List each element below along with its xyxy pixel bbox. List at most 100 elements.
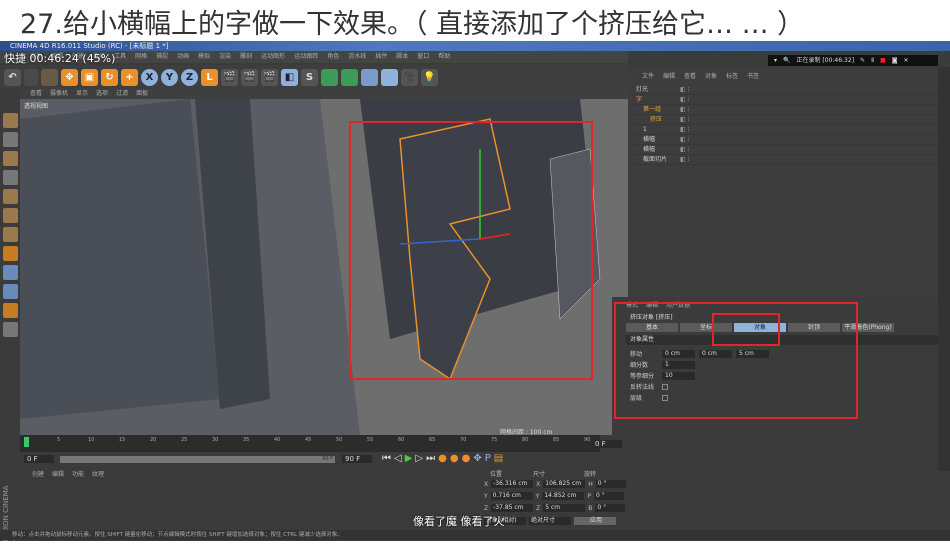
playhead[interactable] (24, 437, 29, 447)
object-menu-item[interactable]: 书签 (747, 71, 759, 81)
keyframe-selection-icon[interactable]: ● (462, 453, 471, 464)
make-editable-icon[interactable] (2, 113, 18, 128)
object-menu-item[interactable]: 查看 (684, 71, 696, 81)
visibility-flags-icon[interactable]: ◧ ⁝ (680, 145, 689, 155)
record-icon[interactable]: ● (438, 453, 447, 464)
apply-button[interactable]: 应用 (574, 517, 616, 525)
camera-icon[interactable]: ◙ (892, 55, 898, 66)
menu-item[interactable]: 插件 (375, 51, 387, 63)
zoom-icon[interactable]: 🔍 (783, 55, 790, 66)
menu-item[interactable]: 角色 (327, 51, 339, 63)
lock-workplane-icon[interactable] (2, 303, 18, 318)
texture-mode-icon[interactable] (2, 151, 18, 166)
next-key-icon[interactable]: ▷ (415, 453, 423, 464)
workplane-icon[interactable] (2, 170, 18, 185)
menu-item[interactable]: 流水线 (348, 51, 366, 63)
viewport-menu-item[interactable]: 摄像机 (50, 89, 68, 99)
cube-icon[interactable]: ◧ (281, 68, 298, 86)
scale-icon[interactable]: ▣ (81, 68, 98, 86)
pause-icon[interactable]: Ⅱ (871, 55, 874, 66)
close-icon[interactable]: ✕ (904, 55, 909, 66)
menu-item[interactable]: 捕捉 (156, 51, 168, 63)
snap-icon[interactable] (2, 284, 18, 299)
autokey-icon[interactable]: ● (450, 453, 459, 464)
object-name[interactable]: 灯光 (636, 85, 648, 95)
object-row[interactable]: 1 ◧ ⁝ (628, 125, 938, 135)
size-field[interactable]: 5 cm (543, 504, 586, 512)
go-to-end-icon[interactable]: ⏭ (426, 453, 435, 464)
param-key-icon[interactable]: P (485, 453, 491, 464)
viewport-menu-item[interactable]: 显示 (76, 89, 88, 99)
menu-item[interactable]: 运动跟踪 (294, 51, 318, 63)
object-menu-item[interactable]: 对象 (705, 71, 717, 81)
object-row[interactable]: 挤压 ◧ ⁝ (628, 115, 938, 125)
render-picture-icon[interactable]: 🎬 (241, 68, 258, 86)
menu-item[interactable]: 动画 (177, 51, 189, 63)
polygons-mode-icon[interactable] (2, 227, 18, 242)
material-menu-item[interactable]: 纹理 (92, 469, 104, 478)
camera-icon[interactable]: 🎥 (401, 68, 418, 86)
visibility-flags-icon[interactable]: ◧ ⁝ (680, 155, 689, 165)
render-settings-icon[interactable]: 🎬 (261, 68, 278, 86)
menu-item[interactable]: 窗口 (417, 51, 429, 63)
x-axis-icon[interactable]: X (141, 68, 158, 86)
go-to-start-icon[interactable]: ⏮ (382, 453, 391, 464)
floor-icon[interactable] (381, 68, 398, 86)
light-icon[interactable]: 💡 (421, 68, 438, 86)
dropdown-icon[interactable]: ▾ (774, 55, 777, 66)
object-row[interactable]: 灯光 ◧ ⁝ (628, 85, 938, 95)
tweak-mode-icon[interactable] (2, 265, 18, 280)
menu-item[interactable]: 工具 (114, 51, 126, 63)
object-name[interactable]: 字 (636, 95, 642, 105)
rotation-field[interactable]: 0 ° (595, 504, 626, 512)
edges-mode-icon[interactable] (2, 208, 18, 223)
menu-item[interactable]: 网格 (135, 51, 147, 63)
nurbs-icon[interactable] (321, 68, 338, 86)
points-mode-icon[interactable] (2, 189, 18, 204)
visibility-flags-icon[interactable]: ◧ ⁝ (680, 95, 689, 105)
visibility-flags-icon[interactable]: ◧ ⁝ (680, 135, 689, 145)
visibility-flags-icon[interactable]: ◧ ⁝ (680, 105, 689, 115)
object-name[interactable]: 1 (643, 125, 647, 135)
material-menu-item[interactable]: 编辑 (52, 469, 64, 478)
start-frame-field[interactable]: 0 F (24, 455, 54, 463)
visibility-flags-icon[interactable]: ◧ ⁝ (680, 115, 689, 125)
viewport-menu-item[interactable]: 过滤 (116, 89, 128, 99)
object-name[interactable]: 第一组 (643, 105, 661, 115)
spline-pen-icon[interactable]: S (301, 68, 318, 86)
prev-key-icon[interactable]: ◁ (394, 453, 402, 464)
z-axis-icon[interactable]: Z (181, 68, 198, 86)
pen-icon[interactable]: ✎ (860, 55, 865, 66)
timeline[interactable]: 0510152025303540455055606570758085900 F (20, 435, 622, 452)
object-menu-item[interactable]: 标签 (726, 71, 738, 81)
object-name[interactable]: 横幅 (643, 135, 655, 145)
object-row[interactable]: 横幅 ◧ ⁝ (628, 145, 938, 155)
model-mode-icon[interactable] (2, 132, 18, 147)
move-icon[interactable]: ✥ (61, 68, 78, 86)
size-mode-select[interactable]: 绝对尺寸 (529, 517, 571, 525)
position-field[interactable]: 0.716 cm (490, 492, 533, 500)
render-view-icon[interactable]: 🎬 (221, 68, 238, 86)
position-field[interactable]: -36.316 cm (491, 480, 534, 488)
coordinate-system-icon[interactable]: L (201, 68, 218, 86)
object-row[interactable]: 截面切片 ◧ ⁝ (628, 155, 938, 165)
material-menu-item[interactable]: 创建 (32, 469, 44, 478)
menu-item[interactable]: 雕刻 (240, 51, 252, 63)
object-row[interactable]: 横幅 ◧ ⁝ (628, 135, 938, 145)
deformer-icon[interactable] (361, 68, 378, 86)
stop-icon[interactable]: ■ (880, 55, 886, 66)
menu-item[interactable]: 脚本 (396, 51, 408, 63)
size-field[interactable]: 106.825 cm (543, 480, 586, 488)
play-icon[interactable]: ▶ (405, 453, 413, 464)
menu-item[interactable]: 运动图形 (261, 51, 285, 63)
material-menu-item[interactable]: 功能 (72, 469, 84, 478)
object-name[interactable]: 挤压 (650, 115, 662, 125)
timeline-window-icon[interactable]: ▤ (494, 453, 503, 464)
object-menu-item[interactable]: 文件 (642, 71, 654, 81)
visibility-flags-icon[interactable]: ◧ ⁝ (680, 125, 689, 135)
viewport-menu-item[interactable]: 查看 (30, 89, 42, 99)
end-frame-field[interactable]: 90 F (342, 455, 372, 463)
size-field[interactable]: 14.852 cm (542, 492, 585, 500)
rotation-field[interactable]: 0 ° (595, 480, 626, 488)
redo-icon[interactable] (24, 68, 38, 86)
